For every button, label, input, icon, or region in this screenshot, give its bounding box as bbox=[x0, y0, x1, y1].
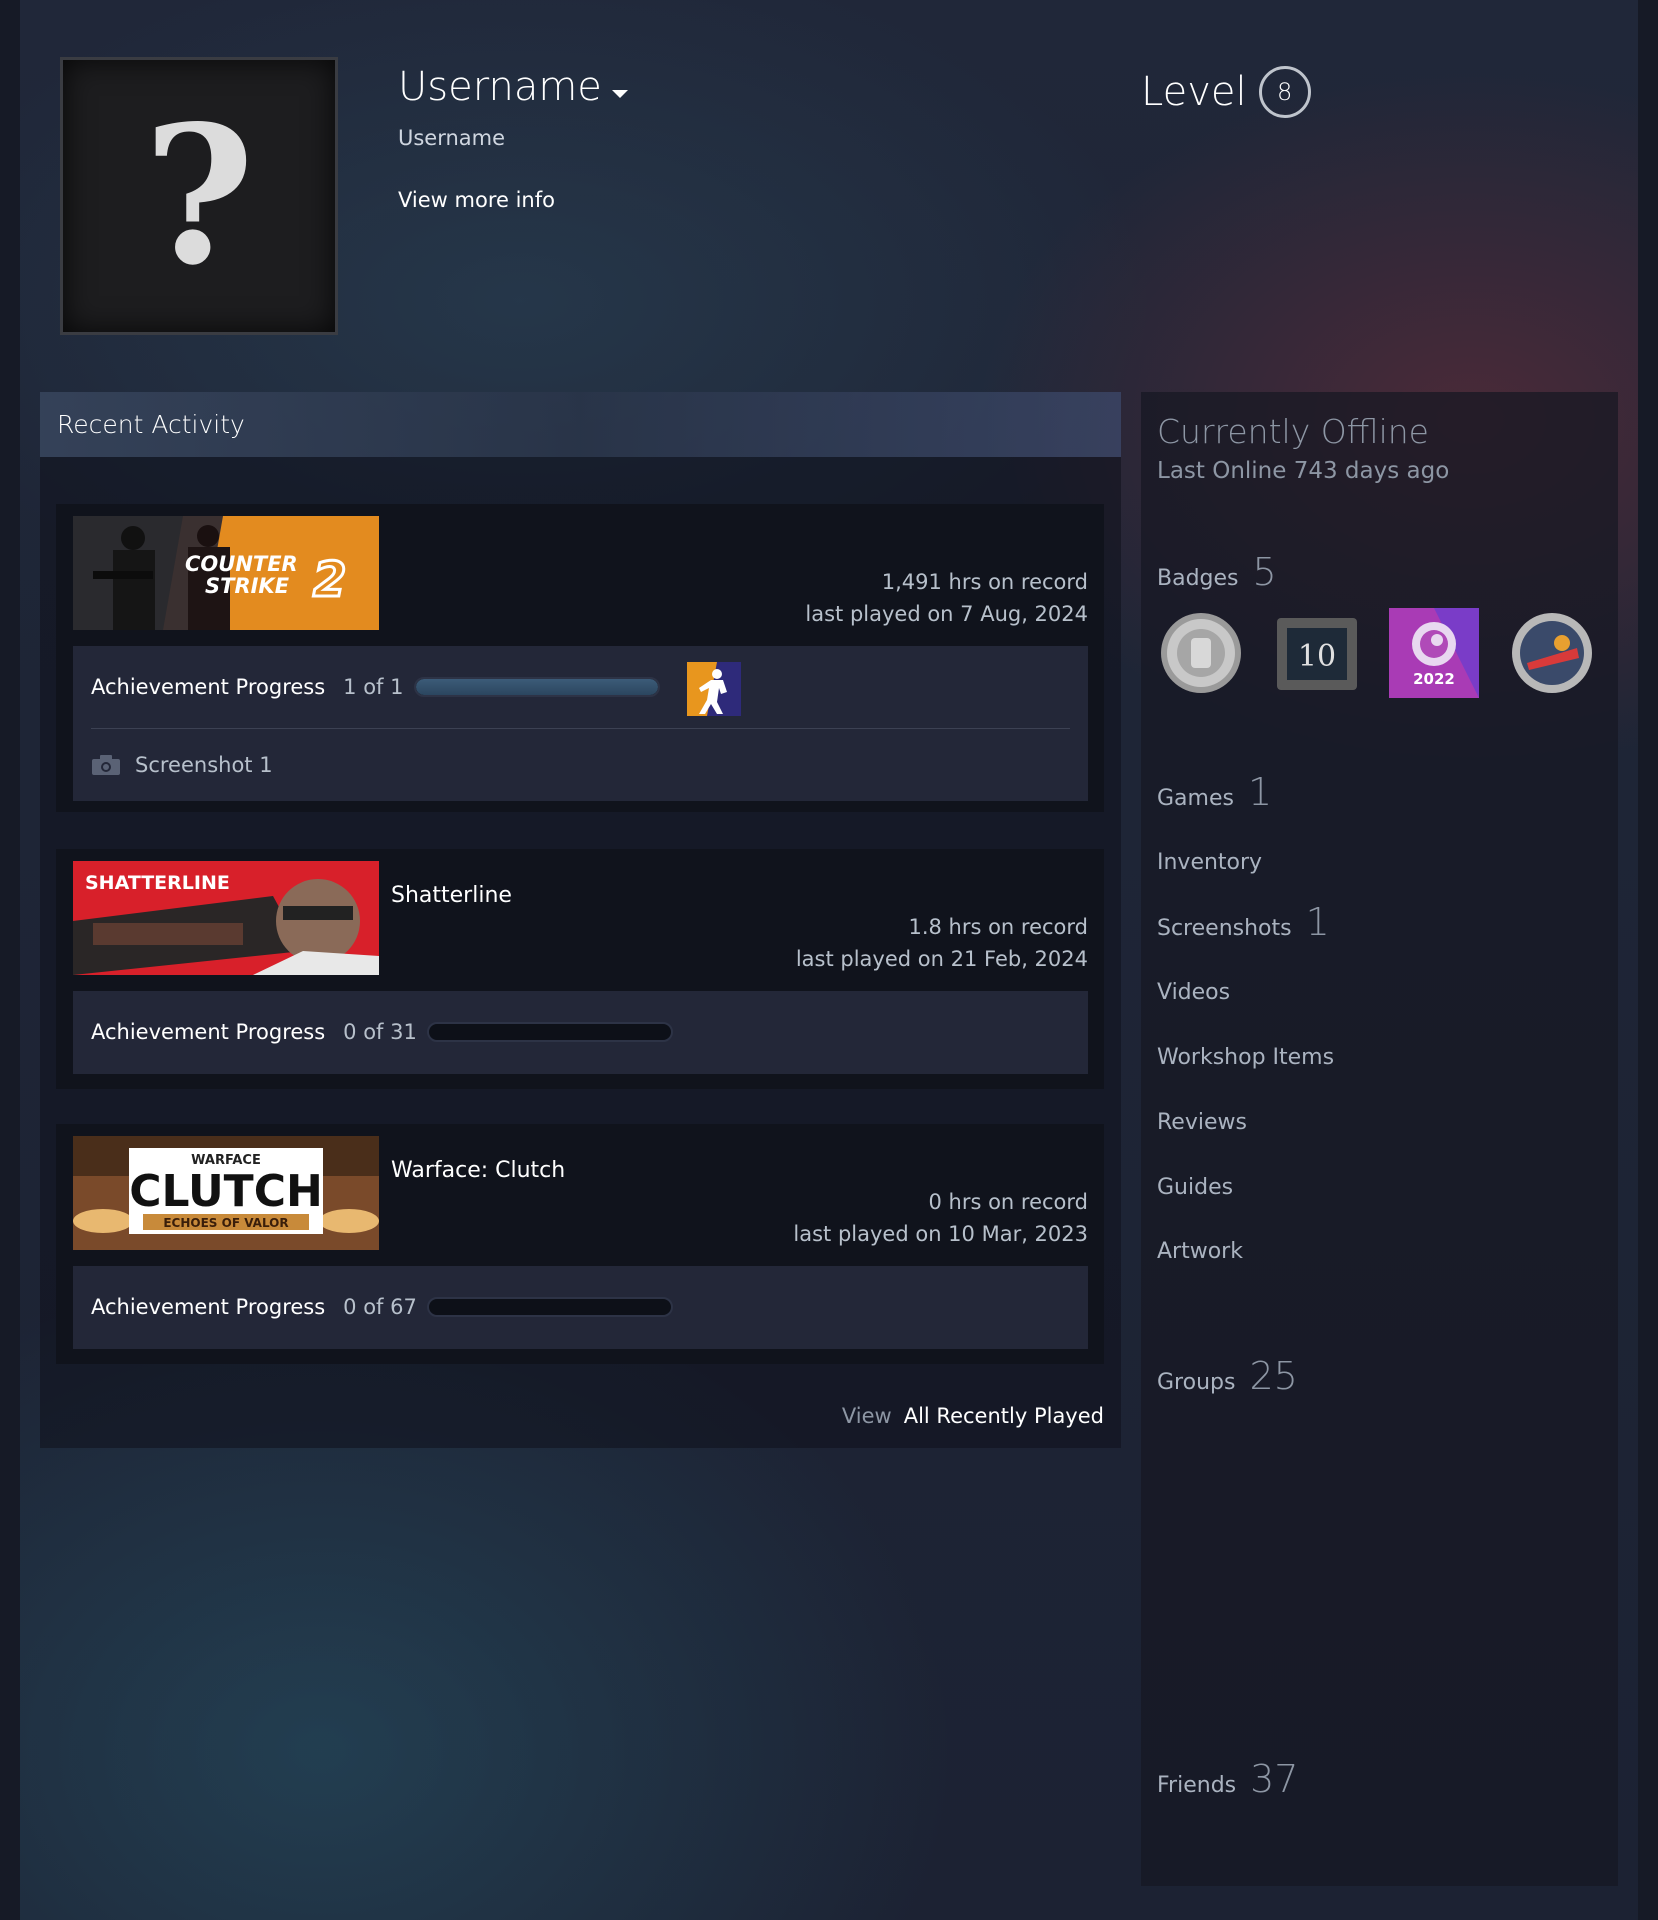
artwork-link[interactable]: Artwork bbox=[1157, 1239, 1243, 1264]
badge-level-10-text: 10 bbox=[1298, 639, 1336, 674]
last-online: Last Online 743 days ago bbox=[1157, 458, 1450, 484]
screenshots-link[interactable]: Screenshots 1 bbox=[1157, 900, 1330, 944]
friends-label: Friends bbox=[1157, 1773, 1237, 1798]
question-mark-icon: ? bbox=[143, 84, 255, 307]
capsule-text-echoes: ECHOES OF VALOR bbox=[163, 1216, 288, 1230]
game-card-warface-clutch: WARFACE CLUTCH ECHOES OF VALOR Warface: … bbox=[56, 1124, 1104, 1364]
badge-event[interactable] bbox=[1507, 608, 1597, 698]
badges-link[interactable]: Badges 5 bbox=[1157, 550, 1277, 594]
friends-link[interactable]: Friends 37 bbox=[1157, 1757, 1298, 1801]
achievement-progress-label[interactable]: Achievement Progress bbox=[91, 675, 325, 699]
games-label: Games bbox=[1157, 786, 1234, 811]
view-label: View bbox=[841, 1404, 892, 1428]
last-played: last played on 10 Mar, 2023 bbox=[793, 1222, 1088, 1246]
friends-count: 37 bbox=[1250, 1757, 1299, 1801]
capsule-text-strike: STRIKE bbox=[205, 574, 290, 598]
achievement-count: 0 of 31 bbox=[343, 1020, 417, 1044]
capsule-text-shatterline: SHATTERLINE bbox=[85, 872, 230, 894]
persona-name-dropdown[interactable]: Username bbox=[398, 64, 628, 110]
profile-sidebar: Currently Offline Last Online 743 days a… bbox=[1141, 392, 1618, 1886]
screenshots-label: Screenshots bbox=[1157, 916, 1292, 941]
videos-label: Videos bbox=[1157, 980, 1231, 1005]
real-name: Username bbox=[398, 126, 506, 150]
screenshot-link[interactable]: Screenshot 1 bbox=[73, 729, 1088, 801]
achievement-icon[interactable] bbox=[687, 662, 741, 716]
badge-steam-2022[interactable]: 2022 bbox=[1389, 608, 1479, 698]
last-played: last played on 7 Aug, 2024 bbox=[805, 602, 1088, 626]
recent-activity-header: Recent Activity bbox=[40, 392, 1121, 457]
achievement-progress-label[interactable]: Achievement Progress bbox=[91, 1020, 325, 1044]
badges-count: 5 bbox=[1252, 550, 1277, 594]
achievement-box: Achievement Progress 0 of 67 bbox=[73, 1266, 1088, 1349]
level-label: Level bbox=[1141, 69, 1247, 115]
last-played: last played on 21 Feb, 2024 bbox=[795, 947, 1088, 971]
reviews-label: Reviews bbox=[1157, 1110, 1247, 1135]
capsule-text-clutch: CLUTCH bbox=[129, 1166, 323, 1217]
achievement-progress-bar bbox=[413, 677, 660, 697]
achievement-count: 1 of 1 bbox=[343, 675, 404, 699]
badge-years-of-service[interactable] bbox=[1157, 608, 1247, 698]
chevron-down-icon bbox=[611, 90, 628, 98]
camera-icon bbox=[92, 755, 120, 775]
hours-on-record: 1,491 hrs on record bbox=[881, 570, 1088, 594]
achievement-progress-bar bbox=[426, 1297, 673, 1317]
right-edge bbox=[1638, 0, 1658, 1920]
screenshots-count: 1 bbox=[1305, 900, 1330, 944]
artwork-label: Artwork bbox=[1157, 1239, 1243, 1264]
achievement-progress-label[interactable]: Achievement Progress bbox=[91, 1295, 325, 1319]
game-card-shatterline: SHATTERLINE Shatterline 1.8 hrs on recor… bbox=[56, 849, 1104, 1089]
game-capsule-warface-clutch[interactable]: WARFACE CLUTCH ECHOES OF VALOR bbox=[73, 1136, 379, 1250]
persona-name: Username bbox=[398, 64, 602, 110]
guides-link[interactable]: Guides bbox=[1157, 1175, 1233, 1200]
badges-row: 10 2022 bbox=[1157, 608, 1597, 698]
achievement-progress-fill bbox=[415, 679, 658, 695]
capsule-numeral: 2 bbox=[313, 552, 346, 608]
badges-label: Badges bbox=[1157, 566, 1239, 591]
level-display: Level 8 bbox=[1141, 66, 1311, 118]
capsule-text-counter: COUNTER bbox=[185, 552, 298, 576]
groups-label: Groups bbox=[1157, 1370, 1236, 1395]
reviews-link[interactable]: Reviews bbox=[1157, 1110, 1247, 1135]
left-edge bbox=[0, 0, 20, 1920]
online-status: Currently Offline bbox=[1157, 412, 1429, 451]
game-card-counter-strike-2: COUNTER STRIKE 2 1,491 hrs on record las… bbox=[56, 504, 1104, 812]
recent-activity-panel: Recent Activity COUNTER STRIKE 2 1,491 h… bbox=[40, 392, 1121, 1448]
game-capsule-shatterline[interactable]: SHATTERLINE bbox=[73, 861, 379, 975]
view-all-recently-played: View All Recently Played bbox=[842, 1404, 1104, 1428]
achievement-box: Achievement Progress 0 of 31 bbox=[73, 991, 1088, 1074]
screenshot-label: Screenshot 1 bbox=[135, 753, 273, 777]
avatar[interactable]: ? bbox=[60, 57, 338, 335]
achievement-progress-bar bbox=[426, 1022, 673, 1042]
inventory-label: Inventory bbox=[1157, 850, 1263, 875]
game-name[interactable]: Warface: Clutch bbox=[391, 1158, 565, 1183]
hours-on-record: 0 hrs on record bbox=[928, 1190, 1088, 1214]
games-count: 1 bbox=[1247, 770, 1273, 814]
hours-on-record: 1.8 hrs on record bbox=[908, 915, 1088, 939]
all-recently-played-link[interactable]: All Recently Played bbox=[904, 1404, 1104, 1428]
game-capsule-counter-strike-2[interactable]: COUNTER STRIKE 2 bbox=[73, 516, 379, 630]
achievement-count: 0 of 67 bbox=[343, 1295, 417, 1319]
level-badge[interactable]: 8 bbox=[1258, 66, 1311, 118]
badge-level-10[interactable]: 10 bbox=[1273, 608, 1363, 698]
inventory-link[interactable]: Inventory bbox=[1157, 850, 1262, 875]
badge-2022-text: 2022 bbox=[1413, 670, 1455, 688]
videos-link[interactable]: Videos bbox=[1157, 980, 1230, 1005]
groups-link[interactable]: Groups 25 bbox=[1157, 1354, 1298, 1398]
games-link[interactable]: Games 1 bbox=[1157, 770, 1272, 814]
achievement-box: Achievement Progress 1 of 1 Screenshot 1 bbox=[73, 646, 1088, 801]
workshop-items-link[interactable]: Workshop Items bbox=[1157, 1045, 1334, 1070]
view-more-info-link[interactable]: View more info bbox=[398, 188, 555, 212]
game-name[interactable]: Shatterline bbox=[391, 883, 512, 908]
recent-activity-title: Recent Activity bbox=[57, 410, 245, 439]
guides-label: Guides bbox=[1157, 1175, 1234, 1200]
workshop-items-label: Workshop Items bbox=[1157, 1045, 1335, 1070]
groups-count: 25 bbox=[1249, 1354, 1298, 1398]
